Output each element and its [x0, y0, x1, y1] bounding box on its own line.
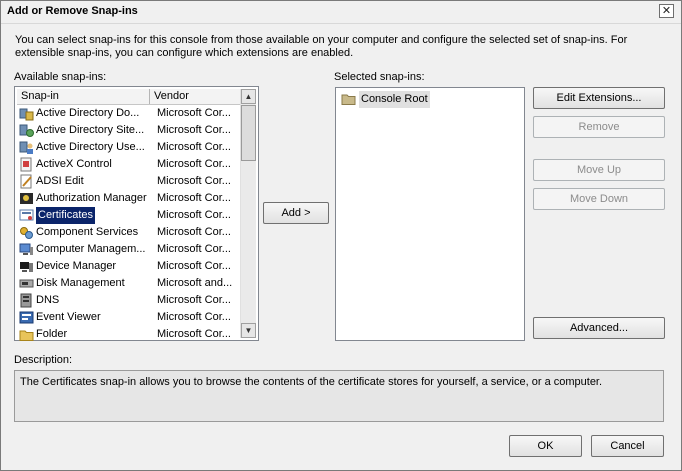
snapin-name: Disk Management	[36, 277, 125, 289]
add-remove-snapins-dialog: Add or Remove Snap-ins ✕ You can select …	[0, 0, 682, 471]
table-row[interactable]: DNS Microsoft Cor...	[17, 292, 241, 309]
snapin-vendor: Microsoft Cor...	[157, 158, 231, 170]
snapin-name: Active Directory Site...	[36, 124, 145, 136]
snapin-name: Component Services	[36, 226, 139, 238]
table-row[interactable]: Active Directory Use... Microsoft Cor...	[17, 139, 241, 156]
snapin-vendor: Microsoft Cor...	[157, 192, 231, 204]
snapin-name: Certificates	[36, 207, 96, 224]
table-row[interactable]: Computer Managem... Microsoft Cor...	[17, 241, 241, 258]
snapin-vendor: Microsoft Cor...	[157, 107, 231, 119]
event-viewer-icon	[19, 310, 34, 325]
component-services-icon	[19, 225, 34, 240]
table-row[interactable]: Folder Microsoft Cor...	[17, 326, 241, 343]
table-row[interactable]: Certificates Microsoft Cor...	[17, 207, 241, 224]
disk-management-icon	[19, 276, 34, 291]
snapin-name: Event Viewer	[36, 311, 101, 323]
column-header-vendor[interactable]: Vendor	[150, 89, 241, 104]
table-row[interactable]: Event Viewer Microsoft Cor...	[17, 309, 241, 326]
table-row[interactable]: Component Services Microsoft Cor...	[17, 224, 241, 241]
snapin-vendor: Microsoft Cor...	[157, 328, 231, 340]
selected-snapins-label: Selected snap-ins:	[334, 71, 425, 83]
table-row[interactable]: ADSI Edit Microsoft Cor...	[17, 173, 241, 190]
close-button[interactable]: ✕	[659, 4, 674, 18]
description-box: The Certificates snap-in allows you to b…	[14, 370, 664, 422]
ad-users-icon	[19, 140, 34, 155]
title-bar[interactable]: Add or Remove Snap-ins ✕	[1, 1, 681, 24]
authorization-icon	[19, 191, 34, 206]
snapin-name: ADSI Edit	[36, 175, 84, 187]
snapin-name: Folder	[36, 328, 68, 340]
description-label: Description:	[14, 354, 73, 366]
ad-domains-icon	[19, 106, 34, 121]
close-icon: ✕	[661, 5, 672, 17]
adsi-edit-icon	[19, 174, 34, 189]
computer-management-icon	[19, 242, 34, 257]
selected-snapins-list[interactable]: Console Root	[335, 87, 525, 341]
snapin-vendor: Microsoft Cor...	[157, 311, 231, 323]
list-header: Snap-in Vendor	[17, 89, 241, 105]
snapin-name: Authorization Manager	[36, 192, 147, 204]
scroll-down-button[interactable]: ▼	[241, 323, 256, 338]
table-row[interactable]: Device Manager Microsoft Cor...	[17, 258, 241, 275]
window-title: Add or Remove Snap-ins	[7, 5, 138, 17]
add-button[interactable]: Add >	[263, 202, 329, 224]
table-row[interactable]: Active Directory Site... Microsoft Cor...	[17, 122, 241, 139]
snapin-rows: Active Directory Do... Microsoft Cor... Ac…	[17, 105, 241, 343]
intro-text: You can select snap-ins for this console…	[15, 34, 628, 59]
snapin-vendor: Microsoft Cor...	[157, 243, 231, 255]
snapin-vendor: Microsoft Cor...	[157, 124, 231, 136]
snapin-name: Computer Managem...	[36, 243, 146, 255]
folder-icon	[341, 92, 356, 106]
table-row[interactable]: ActiveX Control Microsoft Cor...	[17, 156, 241, 173]
ad-sites-icon	[19, 123, 34, 138]
snapin-vendor: Microsoft Cor...	[157, 141, 231, 153]
snapin-vendor: Microsoft Cor...	[157, 226, 231, 238]
snapin-name: Active Directory Do...	[36, 107, 140, 119]
description-text: The Certificates snap-in allows you to b…	[20, 376, 603, 388]
snapin-vendor: Microsoft Cor...	[157, 175, 231, 187]
available-snapins-list[interactable]: Snap-in Vendor Active Directory Do... Mic…	[14, 86, 259, 341]
vertical-scrollbar[interactable]: ▲ ▼	[240, 89, 256, 338]
available-snapins-label: Available snap-ins:	[14, 71, 107, 83]
column-header-snapin[interactable]: Snap-in	[17, 89, 150, 104]
activex-icon	[19, 157, 34, 172]
folder-icon	[19, 327, 34, 342]
edit-extensions-button[interactable]: Edit Extensions...	[533, 87, 665, 109]
snapin-name: Device Manager	[36, 260, 117, 272]
remove-button[interactable]: Remove	[533, 116, 665, 138]
scroll-thumb[interactable]	[241, 105, 256, 161]
snapin-name: Active Directory Use...	[36, 141, 145, 153]
snapin-name: DNS	[36, 294, 60, 306]
table-row[interactable]: Authorization Manager Microsoft Cor...	[17, 190, 241, 207]
ok-button[interactable]: OK	[509, 435, 582, 457]
device-manager-icon	[19, 259, 34, 274]
table-row[interactable]: Active Directory Do... Microsoft Cor...	[17, 105, 241, 122]
table-row[interactable]: Disk Management Microsoft and...	[17, 275, 241, 292]
scroll-up-button[interactable]: ▲	[241, 89, 256, 104]
snapin-vendor: Microsoft Cor...	[157, 294, 231, 306]
snapin-name: ActiveX Control	[36, 158, 112, 170]
dns-icon	[19, 293, 34, 308]
certificates-icon	[19, 208, 34, 223]
snapin-vendor: Microsoft and...	[157, 277, 233, 289]
move-up-button[interactable]: Move Up	[533, 159, 665, 181]
advanced-button[interactable]: Advanced...	[533, 317, 665, 339]
selected-item-label: Console Root	[359, 91, 430, 108]
snapin-vendor: Microsoft Cor...	[157, 260, 231, 272]
snapin-vendor: Microsoft Cor...	[157, 209, 231, 221]
move-down-button[interactable]: Move Down	[533, 188, 665, 210]
cancel-button[interactable]: Cancel	[591, 435, 664, 457]
